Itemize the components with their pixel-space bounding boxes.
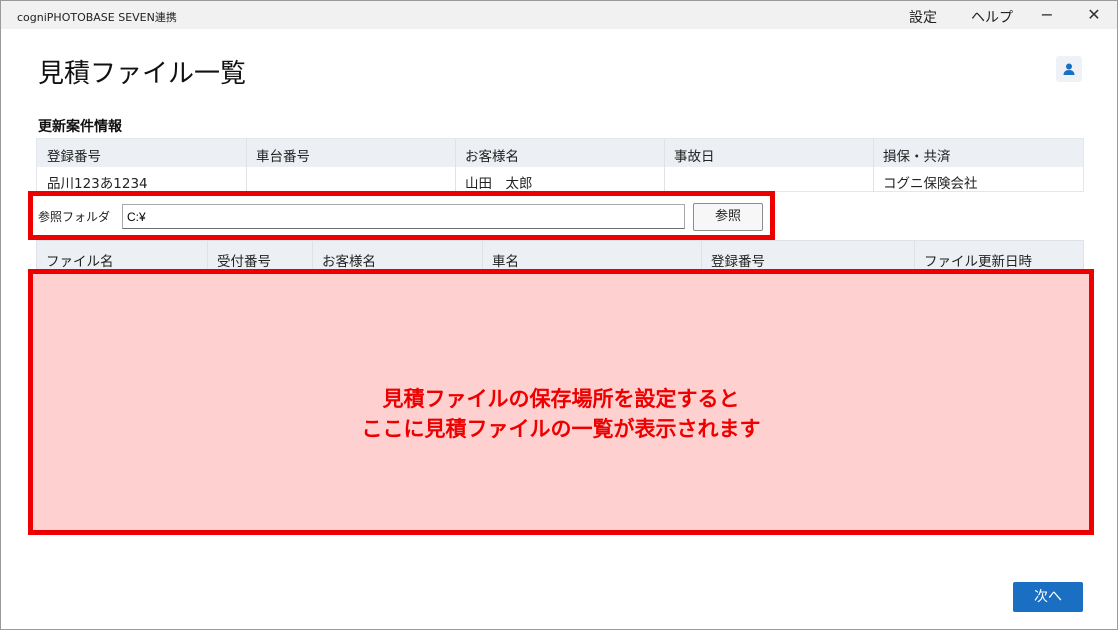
empty-message-line-2: ここに見積ファイルの一覧が表示されます <box>361 417 761 441</box>
header-chassis-number: 車台番号 <box>256 149 310 165</box>
header-customer-name: お客様名 <box>465 149 519 165</box>
column-divider <box>873 139 874 191</box>
title-bar: cogniPHOTOBASE SEVEN連携 設定 ヘルプ − ✕ <box>1 1 1117 29</box>
value-customer-name: 山田 太郎 <box>465 176 533 192</box>
column-file-name[interactable]: ファイル名 <box>46 250 114 270</box>
column-divider <box>664 139 665 191</box>
column-divider <box>455 139 456 191</box>
column-divider <box>246 139 247 191</box>
person-icon <box>1063 63 1075 75</box>
page-title: 見積ファイル一覧 <box>38 59 247 89</box>
value-registration-number: 品川123あ1234 <box>47 176 148 192</box>
empty-message-line-1: 見積ファイルの保存場所を設定すると <box>382 387 740 411</box>
folder-highlight-box <box>28 191 775 240</box>
column-car-name[interactable]: 車名 <box>492 250 519 270</box>
app-title: cogniPHOTOBASE SEVEN連携 <box>17 11 177 24</box>
minimize-button[interactable]: − <box>1032 5 1062 25</box>
header-registration-number: 登録番号 <box>47 149 101 165</box>
next-button[interactable]: 次へ <box>1013 582 1083 612</box>
file-list-empty-area: 見積ファイルの保存場所を設定すると ここに見積ファイルの一覧が表示されます <box>28 269 1094 535</box>
column-registration-number[interactable]: 登録番号 <box>711 250 765 270</box>
value-insurer: コグニ保険会社 <box>883 176 978 192</box>
menu-settings[interactable]: 設定 <box>909 7 937 27</box>
case-info-title: 更新案件情報 <box>38 119 122 135</box>
menu-help[interactable]: ヘルプ <box>971 7 1013 27</box>
user-button[interactable] <box>1056 56 1082 82</box>
column-customer-name[interactable]: お客様名 <box>322 250 376 270</box>
close-button[interactable]: ✕ <box>1079 5 1109 25</box>
app-window: cogniPHOTOBASE SEVEN連携 設定 ヘルプ − ✕ 見積ファイル… <box>0 0 1118 630</box>
case-info-table: 登録番号 車台番号 お客様名 事故日 損保・共済 品川123あ1234 山田 太… <box>36 138 1084 192</box>
header-insurer: 損保・共済 <box>883 149 951 165</box>
column-receipt-number[interactable]: 受付番号 <box>217 250 271 270</box>
header-accident-date: 事故日 <box>674 149 715 165</box>
column-file-updated[interactable]: ファイル更新日時 <box>924 250 1032 270</box>
